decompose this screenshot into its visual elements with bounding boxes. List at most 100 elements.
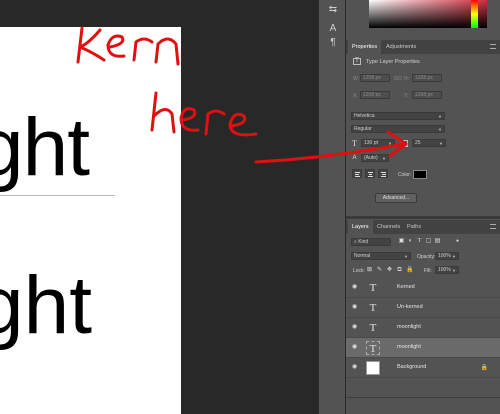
y-label: Y:	[404, 93, 409, 99]
font-size-field[interactable]: 130 pt ▼	[361, 139, 395, 147]
layer-row-kerned[interactable]: ◉ T Kerned	[346, 278, 500, 298]
layer-row-background[interactable]: ◉ Background 🔒	[346, 358, 500, 378]
width-field[interactable]: 1208 px	[360, 74, 390, 82]
leading-icon: A	[352, 155, 357, 161]
align-center-button[interactable]	[365, 169, 375, 178]
filter-adjustment-icon[interactable]: ◐	[407, 238, 414, 245]
eye-icon[interactable]: ◉	[352, 284, 358, 290]
tab-paths[interactable]: Paths	[403, 220, 425, 234]
text-layer-icon: T	[369, 302, 377, 314]
layer-filter-value: Kind	[358, 239, 369, 245]
unkerned-text-preview: ght	[0, 260, 92, 351]
tab-channels[interactable]: Channels	[373, 220, 404, 234]
lock-position-icon[interactable]: ✥	[386, 267, 393, 274]
layer-name: Kerned	[397, 284, 415, 290]
width-label: W:	[353, 76, 360, 82]
tab-layers[interactable]: Layers	[348, 220, 373, 234]
layer-name: Background	[397, 364, 427, 370]
leading-value: (Auto)	[364, 155, 378, 161]
x-field[interactable]: 1208 px	[360, 91, 390, 99]
eye-icon[interactable]: ◉	[352, 324, 358, 330]
filter-toggle-icon[interactable]: ●	[454, 238, 461, 245]
tab-adjustments[interactable]: Adjustments	[382, 40, 420, 54]
font-style-select[interactable]: Regular ▼	[351, 125, 445, 133]
document-canvas[interactable]: ght ght	[0, 27, 181, 414]
panel-menu-icon[interactable]	[490, 224, 496, 229]
opacity-field[interactable]: 100% ▼	[435, 252, 459, 260]
chevron-down-icon: ▼	[452, 268, 456, 273]
chevron-down-icon: ▼	[382, 156, 386, 161]
eye-icon[interactable]: ◉	[352, 344, 358, 350]
lock-all-icon[interactable]: 🔒	[406, 267, 413, 274]
kerned-text-preview: ght	[0, 102, 90, 193]
filter-type-icon[interactable]: T	[416, 238, 423, 245]
layers-footer	[346, 397, 500, 414]
text-layer-icon: T	[369, 282, 377, 294]
fill-value: 100%	[438, 267, 451, 273]
layers-tabbar: Layers Channels Paths	[346, 220, 500, 234]
filter-pixel-icon[interactable]: ▣	[398, 238, 405, 245]
filter-shape-icon[interactable]: ▢	[425, 238, 432, 245]
lock-icon: 🔒	[480, 365, 488, 371]
align-left-button[interactable]	[352, 169, 362, 178]
tracking-value: 25	[415, 140, 421, 146]
character-panel-icon[interactable]: A	[326, 22, 340, 36]
text-layer-icon: T	[366, 341, 380, 355]
font-family-value: Helvetica	[354, 113, 375, 119]
x-label: X:	[353, 93, 358, 99]
text-layer-icon: T	[369, 322, 377, 334]
fill-label: Fill:	[424, 268, 432, 274]
advanced-button[interactable]: Advanced...	[375, 193, 417, 203]
panel-menu-icon[interactable]	[490, 44, 496, 49]
layer-name: moonlight	[397, 344, 421, 350]
chevron-down-icon: ▼	[438, 114, 442, 119]
color-picker-field[interactable]	[369, 0, 487, 28]
lock-pixels-icon[interactable]: ✎	[376, 267, 383, 274]
font-size-value: 130 pt	[364, 140, 378, 146]
paragraph-panel-icon[interactable]: ¶	[326, 36, 340, 50]
properties-tabbar: Properties Adjustments	[346, 40, 500, 54]
color-label: Color:	[398, 172, 412, 178]
layer-row-moonlight[interactable]: ◉ T moonlight	[346, 318, 500, 338]
text-color-swatch[interactable]	[413, 170, 427, 179]
leading-field[interactable]: (Auto) ▼	[361, 154, 389, 162]
font-style-value: Regular	[354, 126, 372, 132]
font-size-icon: T	[352, 139, 357, 148]
blend-mode-select[interactable]: Normal ▼	[351, 252, 411, 260]
lock-label: Lock:	[353, 268, 365, 274]
chevron-down-icon: ▼	[438, 127, 442, 132]
height-field[interactable]: 1208 px	[412, 74, 442, 82]
y-field[interactable]: 1208 px	[412, 91, 442, 99]
chevron-down-icon: ▼	[452, 254, 456, 259]
align-right-button[interactable]	[378, 169, 388, 178]
chevron-down-icon: ▼	[404, 254, 408, 259]
tracking-field[interactable]: 25 ▼	[412, 139, 446, 147]
type-layer-icon: T	[353, 58, 361, 65]
layer-name: Un-kerned	[397, 304, 423, 310]
layer-filter-select[interactable]: ⌕ Kind	[351, 238, 391, 246]
lock-artboard-icon[interactable]: ⧉	[396, 267, 403, 274]
lock-transparent-icon[interactable]: ⊠	[366, 267, 373, 274]
adjust-sliders-icon[interactable]: ⇆	[326, 3, 340, 17]
layer-row-unkerned[interactable]: ◉ T Un-kerned	[346, 298, 500, 318]
chevron-down-icon: ▼	[439, 141, 443, 146]
eye-icon[interactable]: ◉	[352, 364, 358, 370]
tab-properties[interactable]: Properties	[348, 40, 382, 54]
panel-divider	[346, 216, 500, 219]
blend-mode-value: Normal	[354, 253, 371, 259]
tracking-icon: VA	[401, 140, 408, 147]
fill-field[interactable]: 100% ▼	[435, 266, 459, 274]
layer-row-moonlight-selected[interactable]: ◉ T moonlight	[346, 338, 500, 358]
panel-dock-strip: ⇆ A ¶	[318, 0, 346, 414]
filter-smart-icon[interactable]: ▤	[434, 238, 441, 245]
eye-icon[interactable]: ◉	[352, 304, 358, 310]
font-family-select[interactable]: Helvetica ▼	[351, 112, 445, 120]
chevron-down-icon: ▼	[388, 141, 392, 146]
right-panel-column: Properties Adjustments T Type Layer Prop…	[346, 0, 500, 414]
link-icon[interactable]: GO	[394, 76, 402, 82]
opacity-value: 100%	[438, 253, 451, 259]
layer-name: moonlight	[397, 324, 421, 330]
canvas-workspace[interactable]: ght ght	[0, 0, 318, 414]
hue-slider[interactable]	[471, 0, 478, 28]
height-label: H:	[404, 76, 409, 82]
